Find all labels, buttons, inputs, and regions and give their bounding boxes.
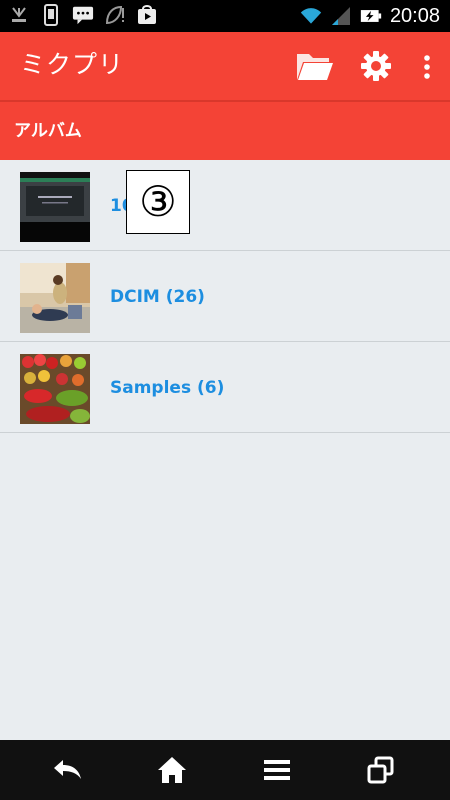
gear-icon [361,51,391,81]
menu-button[interactable] [257,752,297,788]
settings-button[interactable] [360,49,392,83]
notification-icons [8,4,158,26]
album-row[interactable]: DCIM (26) [0,251,450,342]
album-row[interactable]: 10 (10) [0,160,450,251]
recent-apps-button[interactable] [361,752,401,788]
home-icon [158,757,186,783]
album-list: 10 (10) DCIM (26) [0,160,450,433]
app-title: ミクプリ [20,50,125,79]
message-icon [72,4,94,26]
more-vert-icon [424,55,430,79]
phone-icon [40,4,62,26]
home-button[interactable] [152,752,192,788]
album-label: DCIM (26) [110,287,205,307]
menu-icon [264,760,290,780]
status-bar: 20:08 [0,0,450,32]
signal-icon [330,5,352,27]
overflow-menu-button[interactable] [418,52,436,82]
album-row[interactable]: Samples (6) [0,342,450,433]
section-title: アルバム [14,121,82,141]
folder-icon [297,54,333,80]
clock: 20:08 [389,5,440,27]
navigation-bar [0,740,450,800]
folder-button[interactable] [295,48,335,84]
recent-apps-icon [367,756,394,784]
vegetables-photo-thumbnail [20,354,90,424]
screen-photo-thumbnail [20,172,90,242]
leaf-alert-icon [104,4,126,26]
back-button[interactable] [48,752,88,788]
album-label: Samples (6) [110,378,225,398]
play-store-icon [136,4,158,26]
battery-charging-icon [360,5,382,27]
back-icon [54,760,81,779]
app-bar: ミクプリ [0,32,450,100]
section-header: アルバム [0,102,450,160]
annotation-marker: ③ [126,170,190,234]
system-status: 20:08 [300,2,440,30]
wifi-icon [300,5,322,27]
download-icon [8,4,30,26]
people-photo-thumbnail [20,263,90,333]
